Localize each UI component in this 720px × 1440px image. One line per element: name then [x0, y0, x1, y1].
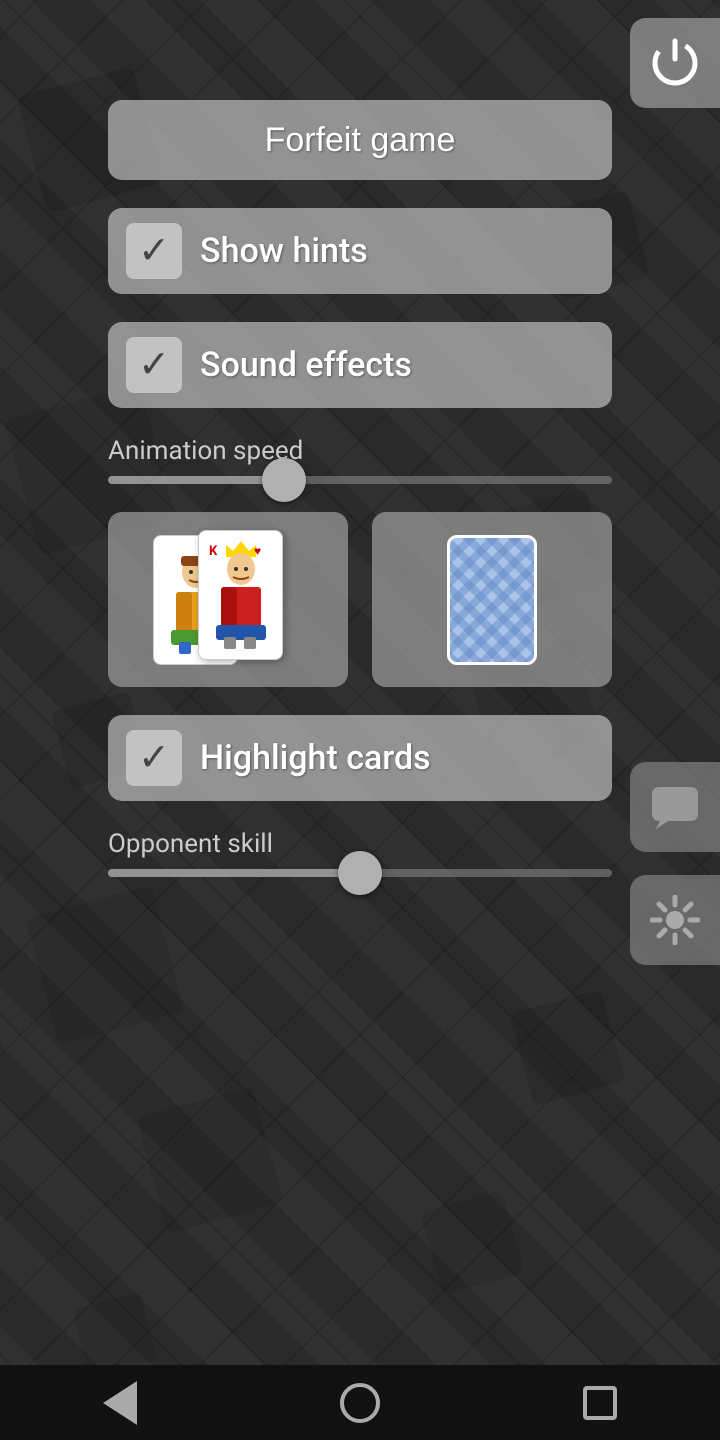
card-back-picker[interactable] — [372, 512, 612, 687]
forfeit-label: Forfeit game — [265, 121, 456, 160]
sound-effects-checkbox: ✓ — [126, 337, 182, 393]
card-back-design — [447, 535, 537, 665]
nav-home-button[interactable] — [330, 1373, 390, 1433]
card-face-preview: ♥ K — [108, 512, 348, 687]
opponent-skill-track[interactable] — [108, 869, 612, 877]
nav-back-icon — [103, 1381, 137, 1425]
animation-speed-label: Animation speed — [108, 436, 612, 466]
opponent-skill-section: Opponent skill — [108, 829, 612, 877]
opponent-skill-thumb[interactable] — [338, 851, 382, 895]
animation-speed-thumb[interactable] — [262, 458, 306, 502]
navigation-bar — [0, 1365, 720, 1440]
card-pickers-row: ♥ K — [108, 512, 612, 687]
card-back-preview — [372, 512, 612, 687]
svg-text:K: K — [209, 544, 218, 559]
sound-effects-label: Sound effects — [200, 345, 412, 385]
show-hints-checkbox: ✓ — [126, 223, 182, 279]
highlight-cards-label: Highlight cards — [200, 738, 431, 778]
animation-speed-fill — [108, 476, 284, 484]
nav-back-button[interactable] — [90, 1373, 150, 1433]
forfeit-game-button[interactable]: Forfeit game — [108, 100, 612, 180]
highlight-cards-checkbox: ✓ — [126, 730, 182, 786]
nav-recents-button[interactable] — [570, 1373, 630, 1433]
settings-button[interactable] — [630, 875, 720, 965]
highlight-cards-toggle[interactable]: ✓ Highlight cards — [108, 715, 612, 801]
sound-effects-checkmark: ✓ — [138, 346, 170, 384]
svg-text:♥: ♥ — [254, 544, 261, 558]
show-hints-checkmark: ✓ — [138, 232, 170, 270]
chat-button[interactable] — [630, 762, 720, 852]
card-face-front-card: ♥ K — [198, 530, 283, 660]
opponent-skill-fill — [108, 869, 360, 877]
animation-speed-section: Animation speed — [108, 436, 612, 484]
show-hints-toggle[interactable]: ✓ Show hints — [108, 208, 612, 294]
card-face-picker[interactable]: ♥ K — [108, 512, 348, 687]
animation-speed-track[interactable] — [108, 476, 612, 484]
nav-recents-icon — [583, 1386, 617, 1420]
highlight-cards-checkmark: ✓ — [138, 739, 170, 777]
nav-home-icon — [340, 1383, 380, 1423]
power-button[interactable] — [630, 18, 720, 108]
sound-effects-toggle[interactable]: ✓ Sound effects — [108, 322, 612, 408]
show-hints-label: Show hints — [200, 231, 368, 271]
